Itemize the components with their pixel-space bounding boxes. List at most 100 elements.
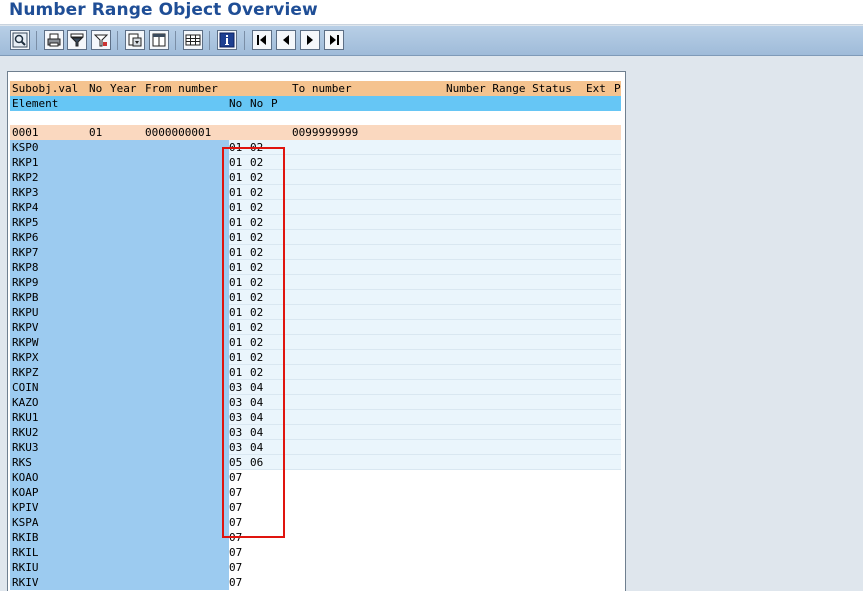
row-values-cell: 01 02 bbox=[229, 290, 621, 305]
row-element-cell: RKIV bbox=[10, 575, 229, 590]
table-row[interactable]: KSP0 01 02 bbox=[10, 140, 621, 155]
row-element-cell: RKP2 bbox=[10, 170, 229, 185]
previous-page-button[interactable] bbox=[276, 30, 296, 50]
row-values-cell: 01 02 bbox=[229, 155, 621, 170]
last-page-button[interactable] bbox=[324, 30, 344, 50]
table-row[interactable]: RKPU 01 02 bbox=[10, 305, 621, 320]
table-row[interactable]: COIN 03 04 bbox=[10, 380, 621, 395]
table-row[interactable]: RKP8 01 02 bbox=[10, 260, 621, 275]
row-element-cell: KOAO bbox=[10, 470, 229, 485]
col-header-no: No bbox=[89, 82, 103, 95]
col-header-p: P bbox=[614, 82, 621, 95]
row-values-cell: 01 02 bbox=[229, 320, 621, 335]
row-element-cell: RKPV bbox=[10, 320, 229, 335]
table-row[interactable]: RKIU 07 bbox=[10, 560, 621, 575]
export-button[interactable] bbox=[125, 30, 145, 50]
toolbar-separator bbox=[117, 31, 118, 50]
next-page-button[interactable] bbox=[300, 30, 320, 50]
row-element: KSP0 bbox=[12, 141, 39, 154]
row-values-cell: 03 04 bbox=[229, 425, 621, 440]
row-element: RKP9 bbox=[12, 276, 39, 289]
table-row[interactable]: RKPX 01 02 bbox=[10, 350, 621, 365]
table-row[interactable]: RKP4 01 02 bbox=[10, 200, 621, 215]
row-values-cell: 01 02 bbox=[229, 200, 621, 215]
filter-options-button[interactable] bbox=[91, 30, 111, 50]
row-element-cell: KPIV bbox=[10, 500, 229, 515]
table-row[interactable]: RKP5 01 02 bbox=[10, 215, 621, 230]
row-element: RKU2 bbox=[12, 426, 39, 439]
row-element-cell: RKP3 bbox=[10, 185, 229, 200]
table-row[interactable]: RKU2 03 04 bbox=[10, 425, 621, 440]
table-row[interactable]: RKP3 01 02 bbox=[10, 185, 621, 200]
first-page-button[interactable] bbox=[252, 30, 272, 50]
row-values-cell: 03 04 bbox=[229, 410, 621, 425]
funnel-icon bbox=[70, 33, 84, 47]
row-element: RKPV bbox=[12, 321, 39, 334]
export-icon bbox=[128, 33, 142, 47]
table-row[interactable]: RKU3 03 04 bbox=[10, 440, 621, 455]
row-element-cell: RKS bbox=[10, 455, 229, 470]
table-row[interactable]: RKP1 01 02 bbox=[10, 155, 621, 170]
magnifier-icon bbox=[12, 32, 28, 48]
col-header-year: Year bbox=[110, 82, 137, 95]
level1-subobj: 0001 bbox=[12, 126, 39, 139]
row-element-cell: KAZO bbox=[10, 395, 229, 410]
row-values-cell: 03 04 bbox=[229, 440, 621, 455]
level1-no: 01 bbox=[89, 126, 103, 139]
row-values-cell: 01 02 bbox=[229, 260, 621, 275]
row-element-cell: RKU3 bbox=[10, 440, 229, 455]
page-title: Number Range Object Overview bbox=[9, 0, 318, 20]
row-element: RKPZ bbox=[12, 366, 39, 379]
table-row[interactable]: RKP6 01 02 bbox=[10, 230, 621, 245]
table-row[interactable]: KSPA 07 bbox=[10, 515, 621, 530]
table-row[interactable]: KOAP 07 bbox=[10, 485, 621, 500]
row-values-cell: 07 bbox=[229, 575, 621, 590]
highlight-box bbox=[222, 147, 285, 538]
table-row[interactable]: RKS 05 06 bbox=[10, 455, 621, 470]
row-element-cell: KSP0 bbox=[10, 140, 229, 155]
table-row[interactable]: RKP9 01 02 bbox=[10, 275, 621, 290]
next-page-icon bbox=[307, 35, 313, 45]
grid-view-button[interactable] bbox=[183, 30, 203, 50]
row-element: RKP8 bbox=[12, 261, 39, 274]
row-values-cell: 01 02 bbox=[229, 335, 621, 350]
table-row[interactable]: RKU1 03 04 bbox=[10, 410, 621, 425]
row-element: KSPA bbox=[12, 516, 39, 529]
row-element-cell: RKIU bbox=[10, 560, 229, 575]
table-row[interactable]: RKIV 07 bbox=[10, 575, 621, 590]
set-filter-button[interactable] bbox=[67, 30, 87, 50]
table-row[interactable]: RKP7 01 02 bbox=[10, 245, 621, 260]
table-row[interactable]: KAZO 03 04 bbox=[10, 395, 621, 410]
table-row[interactable]: RKIB 07 bbox=[10, 530, 621, 545]
row-element: RKP3 bbox=[12, 186, 39, 199]
row-values-cell: 07 bbox=[229, 530, 621, 545]
detail-view-button[interactable] bbox=[10, 30, 30, 50]
row-values-cell: 03 04 bbox=[229, 380, 621, 395]
row-element-cell: RKP5 bbox=[10, 215, 229, 230]
table-row[interactable]: RKPW 01 02 bbox=[10, 335, 621, 350]
row-element: RKS bbox=[12, 456, 32, 469]
table-row[interactable]: RKPZ 01 02 bbox=[10, 365, 621, 380]
information-button[interactable] bbox=[217, 30, 237, 50]
row-element: RKP5 bbox=[12, 216, 39, 229]
table-row[interactable]: KOAO 07 bbox=[10, 470, 621, 485]
table-row[interactable]: RKIL 07 bbox=[10, 545, 621, 560]
row-element-cell: KOAP bbox=[10, 485, 229, 500]
layout-button[interactable] bbox=[149, 30, 169, 50]
list-header-row-1: Subobj.val No Year From number To number… bbox=[10, 81, 621, 96]
table-row[interactable]: KPIV 07 bbox=[10, 500, 621, 515]
row-element-cell: RKIB bbox=[10, 530, 229, 545]
table-row[interactable]: RKPB 01 02 bbox=[10, 290, 621, 305]
table-row[interactable]: RKP2 01 02 bbox=[10, 170, 621, 185]
row-element-cell: KSPA bbox=[10, 515, 229, 530]
level1-from-number: 0000000001 bbox=[145, 126, 212, 139]
number-range-list[interactable]: Subobj.val No Year From number To number… bbox=[7, 71, 626, 591]
row-element: KPIV bbox=[12, 501, 39, 514]
row-element-cell: RKP9 bbox=[10, 275, 229, 290]
table-row[interactable]: RKPV 01 02 bbox=[10, 320, 621, 335]
level1-row[interactable]: 0001 01 0000000001 0099999999 bbox=[10, 125, 621, 140]
row-values-cell: 07 bbox=[229, 515, 621, 530]
row-element-cell: RKU1 bbox=[10, 410, 229, 425]
print-button[interactable] bbox=[44, 30, 64, 50]
row-element-cell: RKPU bbox=[10, 305, 229, 320]
